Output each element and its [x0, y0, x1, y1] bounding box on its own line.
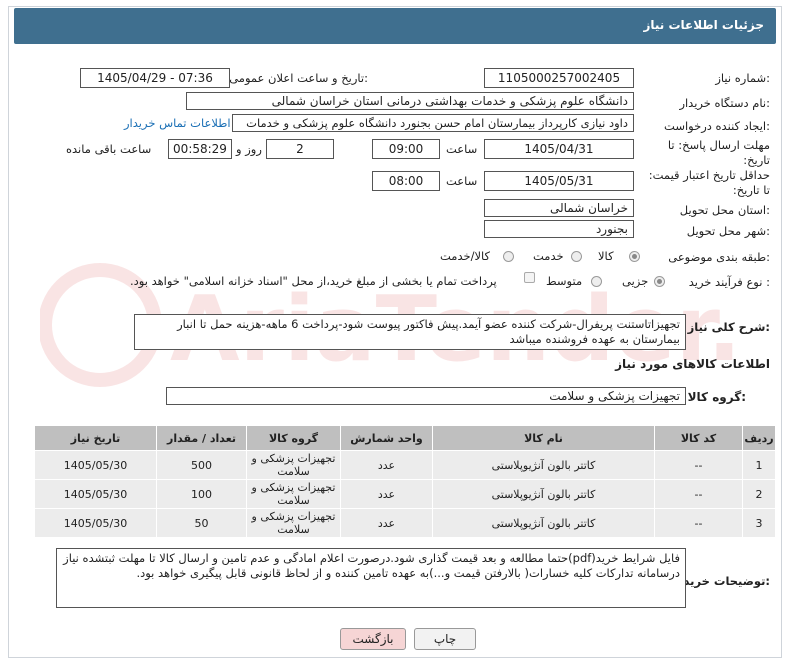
days-label: روز و — [236, 142, 262, 156]
description-field: تجهیزاتاستنت پریفرال-شرکت کننده عضو آیمد… — [134, 314, 686, 350]
city-label: شهر محل تحویل: — [686, 224, 770, 238]
cell-name: کاتتر بالون آنژیوپلاستی — [432, 479, 655, 509]
cell-code: -- — [654, 479, 743, 509]
cell-group: تجهیزات پزشکی و سلامت — [246, 508, 341, 538]
cell-row: 2 — [742, 479, 776, 509]
cell-group: تجهیزات پزشکی و سلامت — [246, 450, 341, 480]
buyer-org-label: نام دستگاه خریدار: — [679, 96, 770, 110]
treasury-note: پرداخت تمام یا بخشی از مبلغ خرید،از محل … — [130, 274, 497, 288]
reply-time-label: ساعت — [446, 142, 478, 156]
col-unit: واحد شمارش — [340, 425, 433, 451]
cell-date: 1405/05/30 — [34, 450, 157, 480]
col-row: ردیف — [742, 425, 776, 451]
remaining-label: ساعت باقی مانده — [66, 142, 152, 156]
cell-qty: 500 — [156, 450, 247, 480]
price-validity-label: حداقل تاریخ اعتبار قیمت: تا تاریخ: — [648, 168, 770, 197]
cell-name: کاتتر بالون آنژیوپلاستی — [432, 450, 655, 480]
process-medium-label: متوسط — [546, 274, 583, 288]
page-header: جزئیات اطلاعات نیاز — [14, 8, 776, 44]
reply-deadline-label: مهلت ارسال پاسخ: تا تاریخ: — [667, 138, 770, 167]
table-header-row: ردیف کد کالا نام کالا واحد شمارش گروه کا… — [34, 425, 776, 451]
col-date: تاریخ نیاز — [34, 425, 157, 451]
cell-unit: عدد — [340, 450, 433, 480]
city-field: بجنورد — [484, 220, 634, 238]
reply-time-field: 09:00 — [372, 139, 440, 159]
reply-date-field: 1405/04/31 — [484, 139, 634, 159]
buyer-notes-label: توضیحات خریدار: — [672, 574, 770, 588]
category-goods-label: کالا — [598, 249, 614, 263]
creator-label: ایجاد کننده درخواست: — [664, 119, 770, 133]
cell-row: 3 — [742, 508, 776, 538]
category-goods-service-label: کالا/خدمت — [440, 249, 491, 263]
process-partial-label: جزیی — [622, 274, 649, 288]
table-row: 3 -- کاتتر بالون آنژیوپلاستی عدد تجهیزات پزش… — [34, 508, 776, 538]
buyer-org-field: دانشگاه علوم پزشکی و خدمات بهداشتی درمان… — [186, 92, 634, 110]
cell-qty: 50 — [156, 508, 247, 538]
category-goods-service-radio[interactable] — [503, 251, 514, 262]
category-label: طبقه بندی موضوعی: — [668, 250, 770, 264]
goods-info-title: اطلاعات کالاهای مورد نیاز — [615, 357, 770, 371]
price-date-field: 1405/05/31 — [484, 171, 634, 191]
cell-date: 1405/05/30 — [34, 479, 157, 509]
col-name: نام کالا — [432, 425, 655, 451]
cell-group: تجهیزات پزشکی و سلامت — [246, 479, 341, 509]
cell-unit: عدد — [340, 479, 433, 509]
print-button[interactable]: چاپ — [414, 628, 476, 650]
price-time-label: ساعت — [446, 174, 478, 188]
col-code: کد کالا — [654, 425, 743, 451]
buyer-contact-link[interactable]: اطلاعات تماس خریدار — [124, 116, 231, 130]
cell-date: 1405/05/30 — [34, 508, 157, 538]
creator-field: داود نیازی کارپرداز بیمارستان امام حسن ب… — [232, 114, 634, 132]
treasury-checkbox[interactable] — [524, 272, 535, 283]
table-row: 2 -- کاتتر بالون آنژیوپلاستی عدد تجهیزات پزش… — [34, 479, 776, 509]
remaining-days-field: 2 — [266, 139, 334, 159]
need-number-field: 1105000257002405 — [484, 68, 634, 88]
process-partial-radio[interactable] — [654, 276, 665, 287]
cell-name: کاتتر بالون آنژیوپلاستی — [432, 508, 655, 538]
announce-field: 1405/04/29 - 07:36 — [80, 68, 230, 88]
price-time-field: 08:00 — [372, 171, 440, 191]
page-title: جزئیات اطلاعات نیاز — [643, 18, 764, 32]
need-number-label: شماره نیاز: — [715, 71, 770, 85]
goods-group-label: گروه کالا: — [687, 390, 746, 404]
remaining-time-field: 00:58:29 — [168, 139, 232, 159]
process-medium-radio[interactable] — [591, 276, 602, 287]
cell-row: 1 — [742, 450, 776, 480]
description-label: شرح کلی نیاز: — [687, 320, 770, 334]
cell-unit: عدد — [340, 508, 433, 538]
process-label: نوع فرآیند خرید : — [688, 275, 770, 289]
col-group: گروه کالا — [246, 425, 341, 451]
category-goods-radio[interactable] — [629, 251, 640, 262]
goods-table: ردیف کد کالا نام کالا واحد شمارش گروه کا… — [34, 425, 776, 538]
goods-group-field: تجهیزات پزشکی و سلامت — [166, 387, 686, 405]
cell-code: -- — [654, 508, 743, 538]
cell-code: -- — [654, 450, 743, 480]
category-service-radio[interactable] — [571, 251, 582, 262]
category-service-label: خدمت — [533, 249, 564, 263]
table-row: 1 -- کاتتر بالون آنژیوپلاستی عدد تجهیزات پزش… — [34, 450, 776, 480]
col-qty: تعداد / مقدار — [156, 425, 247, 451]
cell-qty: 100 — [156, 479, 247, 509]
back-button[interactable]: بازگشت — [340, 628, 406, 650]
province-label: استان محل تحویل: — [679, 203, 770, 217]
province-field: خراسان شمالی — [484, 199, 634, 217]
buyer-notes-field: فایل شرایط خرید(pdf)حتما مطالعه و بعد قی… — [56, 548, 686, 608]
announce-label: تاریخ و ساعت اعلان عمومی: — [229, 71, 368, 85]
